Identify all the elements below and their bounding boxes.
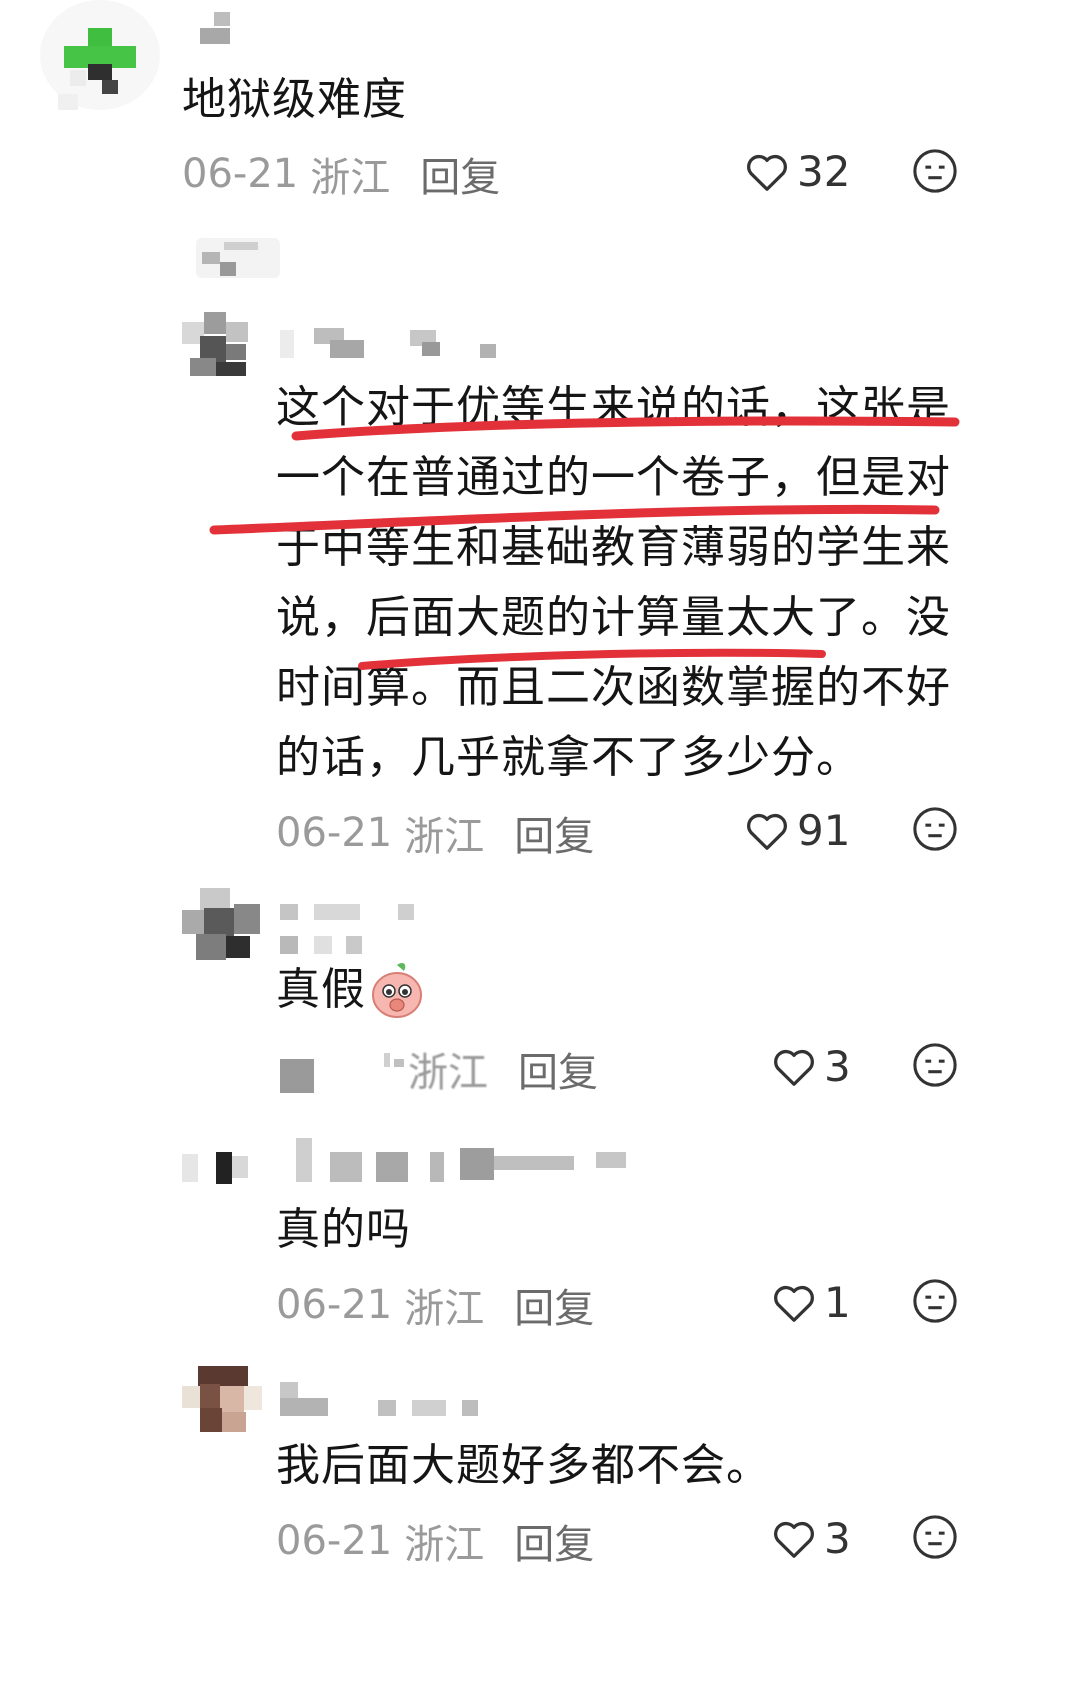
comment-meta: 浙江 回复 [276,1040,598,1098]
comment-date: 06-21 [276,1518,393,1564]
like-button[interactable]: 91 [745,806,850,855]
comment-location: 浙江 [404,814,485,860]
comment-text: 真的吗 [276,1204,411,1255]
username-blurred[interactable] [280,1380,500,1420]
comment-location: 浙江 [408,1050,488,1096]
neutral-face-icon[interactable] [912,1278,958,1324]
comment-location: 浙江 [404,1286,485,1332]
like-count: 1 [824,1278,851,1327]
reply-button[interactable]: 回复 [514,804,594,862]
heart-outline-icon [774,1049,814,1086]
like-button[interactable]: 1 [772,1278,851,1327]
neutral-face-icon[interactable] [912,1042,958,1088]
comment-date: 06-21 [276,1282,393,1328]
comment-location: 浙江 [404,1522,485,1568]
username-blurred[interactable] [280,902,420,956]
comment-text-content: 真假 [276,964,366,1015]
comment-meta: 06-21 浙江 回复 [276,1512,594,1570]
red-underline-annotation [209,416,960,670]
comment-meta: 06-21 浙江 回复 [276,1276,594,1334]
comment-text: 真假 [276,952,424,1028]
like-count: 3 [824,1514,851,1563]
reply-button[interactable]: 回复 [518,1040,598,1098]
like-button[interactable]: 3 [772,1042,851,1091]
comment-date: 06-21 [276,810,393,856]
peach-sticker-icon [372,963,422,1018]
like-button[interactable]: 3 [772,1514,851,1563]
neutral-face-icon[interactable] [912,1514,958,1560]
heart-outline-icon [747,813,787,850]
avatar[interactable] [182,1150,266,1190]
like-count: 3 [824,1042,851,1091]
comment-meta: 06-21 浙江 回复 [276,804,594,862]
avatar[interactable] [182,888,266,972]
neutral-face-icon[interactable] [912,806,958,852]
reply-button[interactable]: 回复 [514,1276,594,1334]
heart-outline-icon [774,1521,814,1558]
reply-button[interactable]: 回复 [514,1512,594,1570]
like-count: 91 [797,806,851,855]
username-blurred[interactable] [296,1138,636,1186]
heart-outline-icon [774,1285,814,1322]
date-blurred [276,1047,404,1093]
comment-text: 我后面大题好多都不会。 [276,1440,771,1491]
avatar[interactable] [182,1366,266,1434]
